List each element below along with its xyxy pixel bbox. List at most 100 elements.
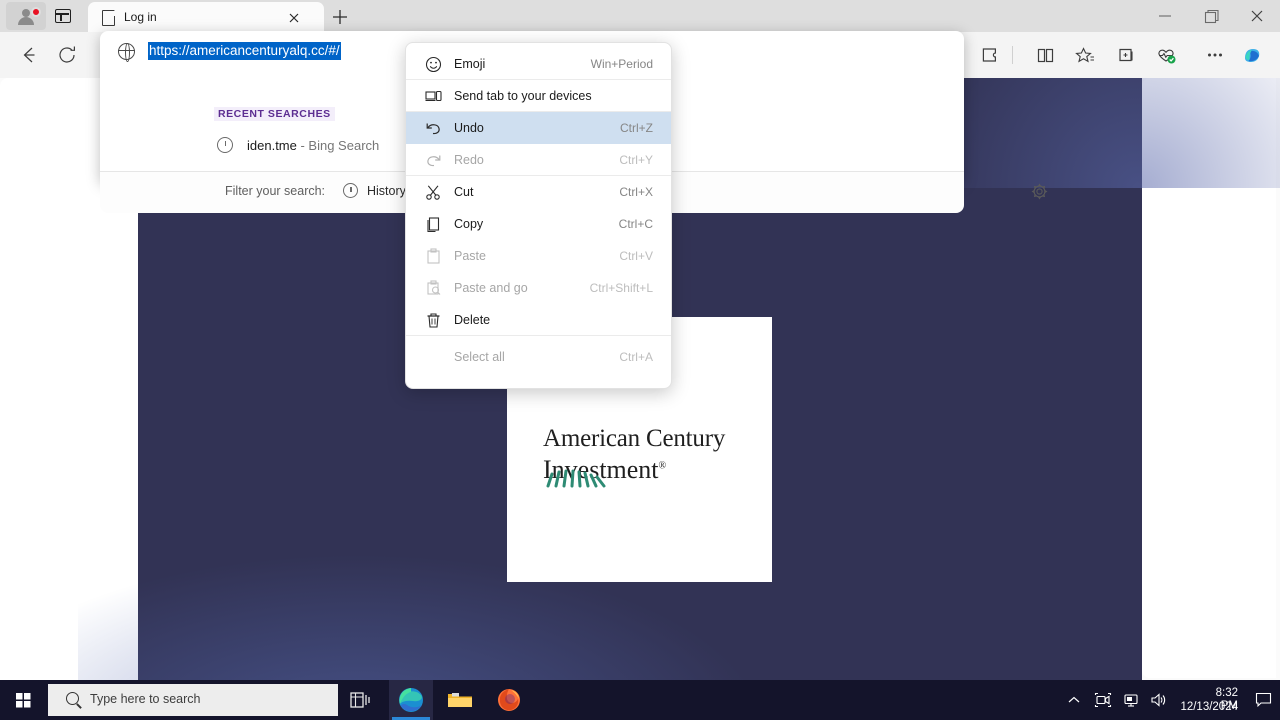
menu-item-label: Delete bbox=[454, 312, 491, 327]
back-button[interactable] bbox=[14, 41, 42, 69]
browser-tab[interactable]: Log in bbox=[88, 2, 324, 32]
menu-item-label: Send tab to your devices bbox=[454, 88, 592, 103]
window-controls bbox=[1142, 0, 1280, 32]
notifications-button[interactable] bbox=[1255, 692, 1272, 708]
suggestion-source: - Bing Search bbox=[296, 138, 380, 153]
tab-title: Log in bbox=[124, 10, 157, 24]
windows-logo-icon bbox=[16, 693, 31, 708]
collections-icon bbox=[1119, 48, 1133, 62]
tab-actions-icon bbox=[55, 9, 71, 23]
filter-chip-history[interactable]: History bbox=[367, 184, 406, 198]
menu-item-label: Redo bbox=[454, 152, 484, 167]
volume-button[interactable] bbox=[1150, 692, 1168, 713]
edge-button[interactable] bbox=[389, 680, 433, 720]
brand-name-line1: American Century bbox=[543, 425, 726, 452]
close-icon bbox=[289, 13, 299, 23]
split-screen-button[interactable] bbox=[1031, 41, 1059, 69]
heart-pulse-icon bbox=[1158, 49, 1176, 64]
history-clock-icon bbox=[217, 137, 233, 153]
menu-item-shortcut: Ctrl+C bbox=[618, 217, 653, 231]
page-document-icon bbox=[102, 9, 116, 26]
plus-icon bbox=[333, 10, 347, 24]
suggestion-query: iden.tme bbox=[247, 138, 297, 153]
menu-item-copy[interactable]: Copy Ctrl+C bbox=[406, 208, 671, 240]
menu-item-emoji[interactable]: Emoji Win+Period bbox=[406, 48, 671, 80]
trash-icon bbox=[427, 313, 440, 328]
new-tab-button[interactable] bbox=[328, 5, 352, 29]
registered-mark: ® bbox=[658, 460, 667, 472]
tab-strip: Log in bbox=[0, 0, 1280, 32]
restore-icon bbox=[1204, 9, 1219, 24]
tab-close-button[interactable] bbox=[284, 8, 304, 28]
menu-item-label: Undo bbox=[454, 121, 484, 135]
menu-item-label: Select all bbox=[454, 350, 505, 364]
copilot-icon bbox=[1245, 49, 1260, 62]
menu-item-redo: Redo Ctrl+Y bbox=[406, 144, 671, 176]
clock-icon bbox=[343, 183, 358, 198]
notification-icon bbox=[1255, 692, 1272, 708]
refresh-icon bbox=[59, 46, 75, 63]
toolbar-divider bbox=[1012, 46, 1013, 64]
close-button[interactable] bbox=[1234, 0, 1280, 32]
menu-item-shortcut: Ctrl+V bbox=[619, 249, 653, 263]
minimize-icon bbox=[1159, 15, 1171, 17]
search-icon bbox=[66, 692, 79, 705]
menu-item-undo[interactable]: Undo Ctrl+Z bbox=[406, 112, 671, 144]
menu-item-shortcut: Ctrl+Y bbox=[619, 152, 653, 167]
undo-icon bbox=[426, 123, 440, 135]
menu-item-label: Paste bbox=[454, 249, 486, 263]
address-bar-url-text[interactable]: https://americancenturyalq.cc/#/ bbox=[148, 42, 341, 60]
menu-item-shortcut: Ctrl+Shift+L bbox=[589, 281, 653, 295]
network-monitor-icon bbox=[1124, 694, 1138, 707]
settings-and-more-button[interactable] bbox=[1201, 41, 1229, 69]
task-view-button[interactable] bbox=[338, 680, 382, 720]
tray-overflow-button[interactable] bbox=[1066, 692, 1082, 713]
copilot-button[interactable] bbox=[1238, 41, 1266, 69]
browser-window: Log in American Century Investment® RECE… bbox=[0, 0, 1280, 680]
start-button[interactable] bbox=[0, 680, 48, 720]
gear-icon[interactable] bbox=[1031, 183, 1048, 200]
profile-alert-badge-icon bbox=[31, 7, 41, 17]
copy-icon bbox=[427, 217, 440, 233]
minimize-button[interactable] bbox=[1142, 0, 1188, 32]
emoji-icon bbox=[425, 56, 442, 73]
favorites-button[interactable] bbox=[1071, 41, 1099, 69]
refresh-button[interactable] bbox=[53, 41, 81, 69]
menu-item-delete[interactable]: Delete bbox=[406, 304, 671, 336]
taskbar: Type here to search 8:32 PM 12/13/2024 bbox=[0, 680, 1280, 720]
menu-item-shortcut: Ctrl+X bbox=[619, 185, 653, 199]
star-icon bbox=[1075, 47, 1094, 63]
menu-item-select-all: Select all Ctrl+A bbox=[406, 341, 671, 373]
ellipsis-icon bbox=[1208, 53, 1222, 57]
menu-item-paste: Paste Ctrl+V bbox=[406, 240, 671, 272]
firefox-icon bbox=[498, 689, 520, 711]
avatar-body-icon bbox=[18, 17, 34, 25]
collections-button[interactable] bbox=[1112, 41, 1140, 69]
maximize-button[interactable] bbox=[1188, 0, 1234, 32]
menu-item-cut[interactable]: Cut Ctrl+X bbox=[406, 176, 671, 208]
brand-logo-icon bbox=[546, 469, 606, 488]
close-icon bbox=[1251, 10, 1263, 22]
menu-item-label: Emoji bbox=[454, 56, 486, 71]
menu-item-shortcut: Win+Period bbox=[590, 56, 653, 71]
screen: Log in American Century Investment® RECE… bbox=[0, 0, 1280, 720]
profile-button[interactable] bbox=[6, 2, 46, 30]
menu-item-label: Cut bbox=[454, 185, 474, 199]
menu-item-send-tab-to-your-devices[interactable]: Send tab to your devices bbox=[406, 80, 671, 112]
extensions-button[interactable] bbox=[977, 41, 1005, 69]
extensions-puzzle-icon bbox=[982, 48, 996, 62]
suggestion-text: iden.tme - Bing Search bbox=[247, 138, 379, 154]
volume-icon bbox=[1151, 693, 1166, 707]
task-view-icon bbox=[350, 692, 370, 708]
camera-status-button[interactable] bbox=[1094, 692, 1112, 713]
firefox-button[interactable] bbox=[487, 680, 531, 720]
menu-item-label: Paste and go bbox=[454, 281, 528, 295]
browser-essentials-button[interactable] bbox=[1152, 41, 1180, 69]
network-button[interactable] bbox=[1122, 692, 1140, 713]
folder-icon bbox=[448, 693, 472, 707]
tab-actions-button[interactable] bbox=[48, 4, 78, 28]
context-menu: Emoji Win+Period Send tab to your device… bbox=[405, 42, 672, 389]
clock-date[interactable]: 12/13/2024 bbox=[1180, 701, 1238, 714]
file-explorer-button[interactable] bbox=[438, 680, 482, 720]
taskbar-search-placeholder: Type here to search bbox=[90, 692, 201, 706]
